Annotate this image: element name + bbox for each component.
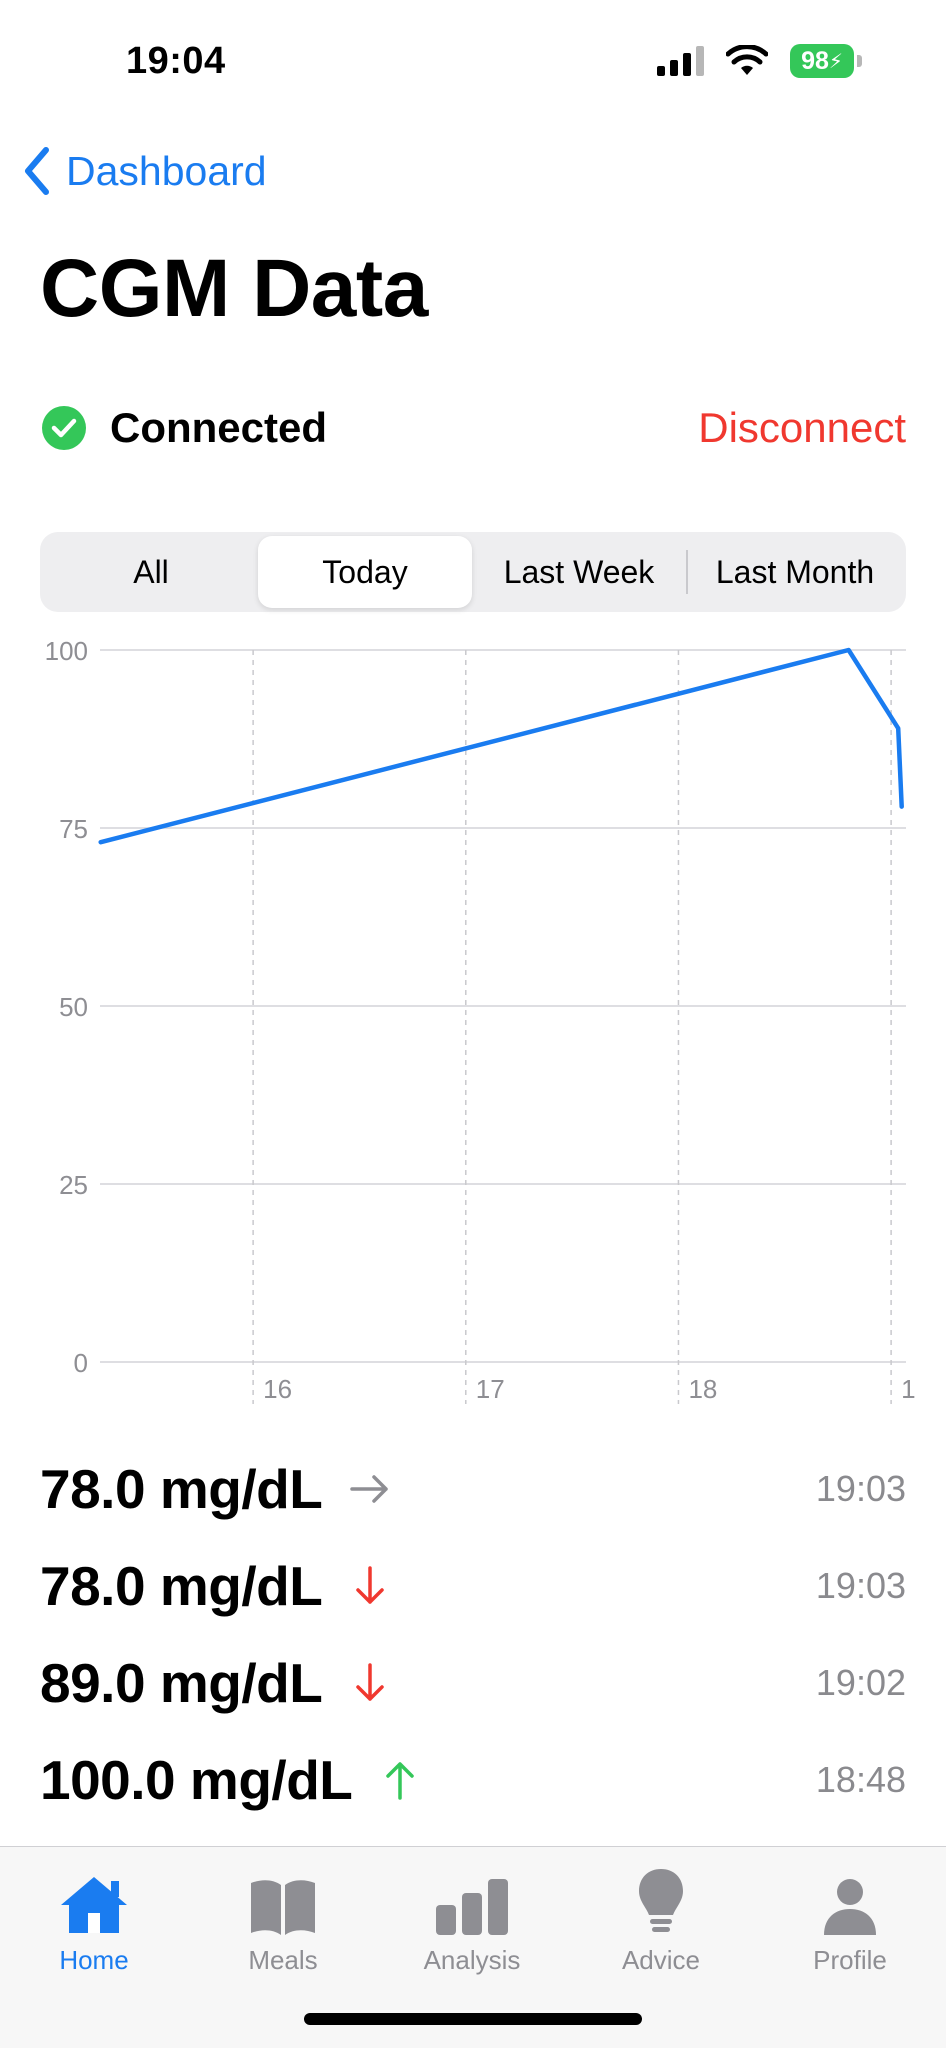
reading-time: 18:48: [815, 1758, 906, 1800]
reading-time: 19:02: [815, 1661, 906, 1703]
segment-today[interactable]: Today: [258, 536, 472, 608]
arrow-up-icon: [376, 1756, 424, 1804]
tab-home[interactable]: Home: [19, 1867, 169, 1976]
segment-label: Last Week: [503, 553, 655, 590]
y-tick-label: 50: [59, 992, 88, 1022]
reading-value: 78.0 mg/dL: [40, 1457, 323, 1520]
tab-label: Home: [59, 1945, 129, 1975]
segment-last-week[interactable]: Last Week: [472, 536, 686, 608]
segment-label: All: [133, 553, 169, 590]
cellular-signal-icon: [657, 46, 704, 76]
status-time: 19:04: [126, 40, 226, 82]
y-tick-label: 75: [59, 814, 88, 844]
tab-label: Profile: [813, 1945, 887, 1975]
connection-row: Connected Disconnect: [42, 400, 906, 456]
reading-row[interactable]: 78.0 mg/dL 19:03: [40, 1537, 906, 1634]
status-icons: 98 ⚡: [657, 44, 862, 78]
segment-label: Today: [322, 553, 408, 590]
tab-meals[interactable]: Meals: [208, 1867, 358, 1976]
back-label: Dashboard: [66, 147, 267, 194]
reading-time: 19:03: [815, 1467, 906, 1509]
arrow-right-icon: [346, 1465, 394, 1513]
connection-status: Connected: [110, 404, 328, 451]
battery-icon: 98 ⚡: [790, 44, 862, 78]
x-tick-label: 18: [688, 1374, 717, 1404]
reading-row[interactable]: 100.0 mg/dL 18:48: [40, 1731, 906, 1828]
home-indicator: [304, 2013, 642, 2025]
reading-value: 78.0 mg/dL: [40, 1554, 323, 1617]
book-icon: [247, 1867, 319, 1937]
segment-last-month[interactable]: Last Month: [688, 536, 902, 608]
x-tick-label: 17: [476, 1374, 505, 1404]
tab-label: Meals: [248, 1945, 318, 1975]
battery-level: 98: [801, 46, 829, 75]
segment-label: Last Month: [715, 553, 875, 590]
tab-profile[interactable]: Profile: [775, 1867, 925, 1976]
reading-row[interactable]: 89.0 mg/dL 19:02: [40, 1634, 906, 1731]
glucose-line-chart: 0 25 50 75 100 16 17 18 1: [45, 636, 916, 1404]
page-title: CGM Data: [40, 243, 428, 334]
arrow-down-icon: [346, 1562, 394, 1610]
person-icon: [822, 1867, 878, 1937]
reading-value: 100.0 mg/dL: [40, 1748, 353, 1811]
time-range-segmented-control: All Today Last Week Last Month: [40, 532, 906, 612]
reading-time: 19:03: [815, 1564, 906, 1606]
glucose-series-line: [98, 647, 904, 845]
disconnect-button[interactable]: Disconnect: [698, 404, 906, 452]
tab-label: Advice: [621, 1945, 701, 1975]
segment-all[interactable]: All: [44, 536, 258, 608]
tab-label: Analysis: [423, 1945, 521, 1975]
y-tick-label: 0: [74, 1348, 88, 1378]
wifi-icon: [726, 45, 768, 75]
chevron-left-icon: [25, 147, 49, 195]
x-tick-label: 16: [263, 1374, 292, 1404]
reading-row[interactable]: 78.0 mg/dL 19:03: [40, 1440, 906, 1537]
y-tick-label: 25: [59, 1170, 88, 1200]
bar-chart-icon: [434, 1867, 510, 1937]
status-bar: 19:04 98 ⚡: [0, 0, 946, 120]
back-button[interactable]: Dashboard: [22, 146, 267, 196]
readings-list: 78.0 mg/dL 19:03 78.0 mg/dL 19:03 89.0 m…: [40, 1440, 906, 1828]
checkmark-circle-icon: [42, 406, 86, 450]
reading-value: 89.0 mg/dL: [40, 1651, 323, 1714]
lightbulb-icon: [637, 1867, 685, 1937]
y-tick-label: 100: [45, 636, 88, 666]
x-tick-label: 1: [901, 1374, 915, 1404]
arrow-down-icon: [346, 1659, 394, 1707]
tab-advice[interactable]: Advice: [586, 1867, 736, 1976]
tab-analysis[interactable]: Analysis: [397, 1867, 547, 1976]
house-icon: [57, 1867, 131, 1937]
